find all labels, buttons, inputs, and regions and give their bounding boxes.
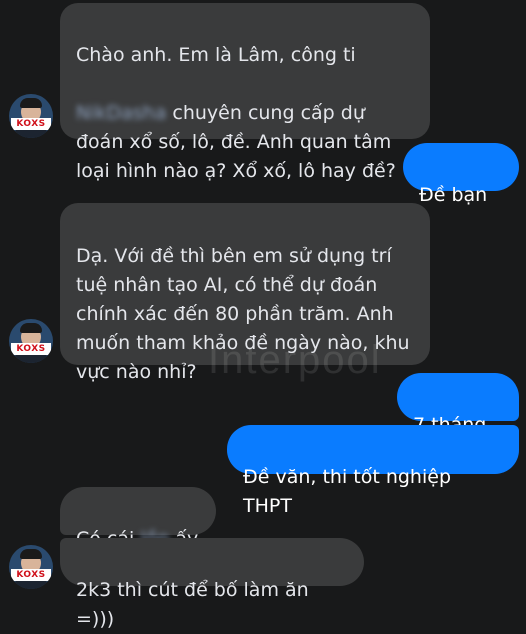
avatar[interactable]: KOXS bbox=[9, 319, 53, 363]
avatar-logo: KOXS bbox=[11, 118, 51, 130]
incoming-message-1: Chào anh. Em là Lâm, công ti NikDasha ch… bbox=[60, 3, 430, 182]
outgoing-message-2: 7 tháng 7 bbox=[397, 373, 519, 465]
blurred-company-name: NikDasha bbox=[76, 102, 167, 124]
message-text: Đề văn, thi tốt nghiệp THPT bbox=[243, 466, 452, 517]
avatar[interactable]: KOXS bbox=[9, 545, 53, 589]
message-text: Chào anh. Em là Lâm, công ti bbox=[76, 44, 356, 66]
avatar-logo: KOXS bbox=[11, 569, 51, 581]
watermark-text: Interpool bbox=[208, 338, 382, 382]
outgoing-message-3: Đề văn, thi tốt nghiệp THPT bbox=[227, 425, 519, 517]
avatar-logo: KOXS bbox=[11, 343, 51, 355]
outgoing-message-1: Đề bạn ạ bbox=[403, 143, 519, 235]
incoming-message-4: 2k3 thì cút để bố làm ăn =))) bbox=[60, 538, 364, 630]
incoming-message-3: Có cái lồn ấy bbox=[60, 487, 216, 550]
message-text: 2k3 thì cút để bố làm ăn =))) bbox=[76, 579, 309, 630]
avatar[interactable]: KOXS bbox=[9, 94, 53, 138]
